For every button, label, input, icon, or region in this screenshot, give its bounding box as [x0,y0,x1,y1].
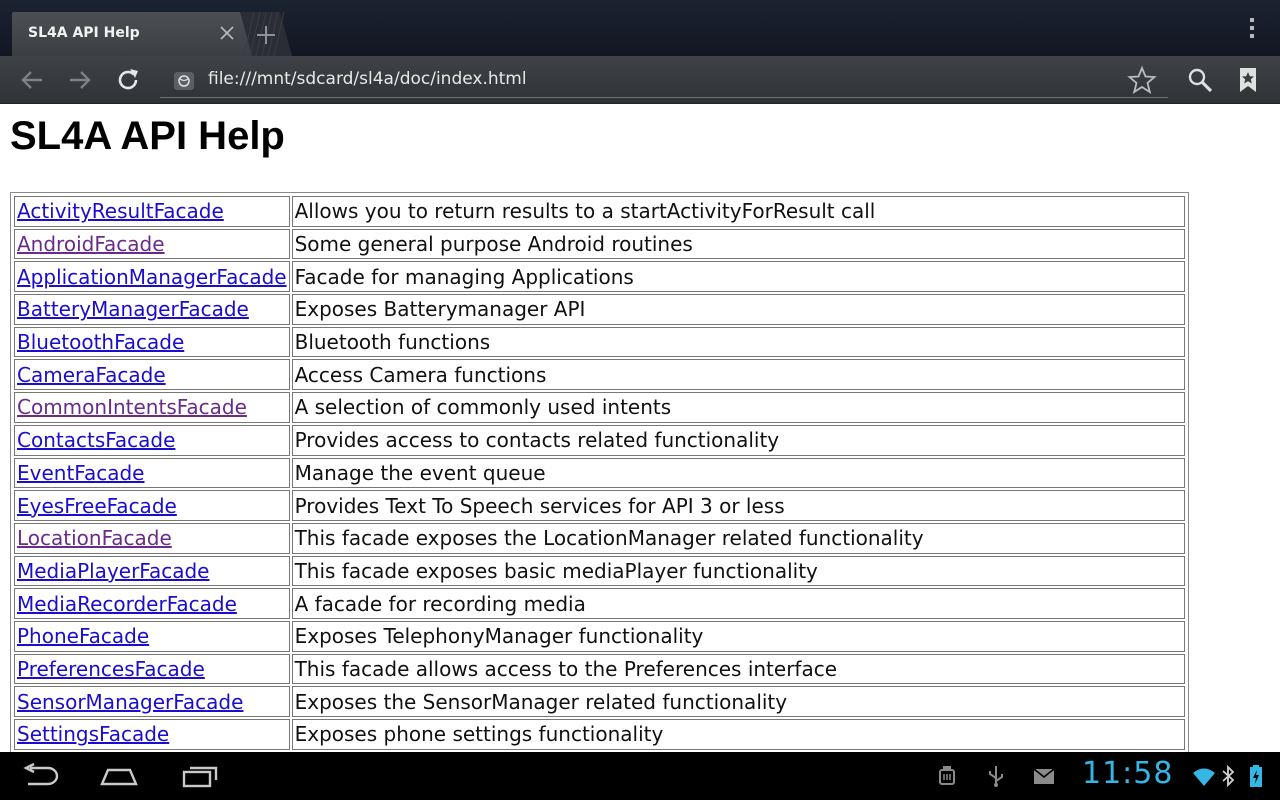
forward-icon[interactable] [64,64,96,96]
table-row: CommonIntentsFacade A selection of common… [14,392,1185,423]
facade-description: Exposes the SensorManager related functi… [291,686,1185,717]
table-row: ApplicationManagerFacade Facade for manag… [14,261,1185,293]
facade-name-cell: CommonIntentsFacade [14,392,290,423]
table-row: MediaRecorderFacade A facade for recordin… [14,588,1185,619]
table-row: CameraFacade Access Camera functions [14,359,1185,391]
facade-description: Exposes Batterymanager API [291,294,1185,325]
facade-link[interactable]: AndroidFacade [17,232,165,256]
table-row: BatteryManagerFacade Exposes Batterymanag… [14,294,1185,325]
bookmarks-icon[interactable] [1232,64,1264,96]
battery-icon [1250,765,1262,787]
table-row: SettingsFacade Exposes phone settings fun… [14,719,1185,750]
table-row: BluetoothFacade Bluetooth functions [14,326,1185,358]
facade-link[interactable]: ApplicationManagerFacade [17,265,287,289]
table-row: PhoneFacade Exposes TelephonyManager func… [14,620,1185,652]
facade-description: This facade exposes basic mediaPlayer fu… [291,555,1185,587]
facade-table: ActivityResultFacade Allows you to return… [10,192,1189,752]
table-row: AndroidFacade Some general purpose Androi… [14,228,1185,260]
facade-link[interactable]: PreferencesFacade [17,657,205,681]
back-nav-icon[interactable] [20,762,62,790]
table-row: LocationFacade This facade exposes the Lo… [14,522,1185,554]
facade-description: Exposes TelephonyManager functionality [291,620,1185,652]
close-tab-icon[interactable] [218,24,236,42]
home-nav-icon[interactable] [98,762,140,790]
facade-link[interactable]: BatteryManagerFacade [17,297,249,321]
android-debug-icon [939,766,955,785]
facade-name-cell: SettingsFacade [14,719,290,750]
facade-description: Allows you to return results to a startA… [291,196,1185,227]
table-row: PreferencesFacade This facade allows acce… [14,653,1185,685]
facade-link[interactable]: CameraFacade [17,363,166,387]
new-tab-button[interactable] [240,12,292,56]
facade-name-cell: PhoneFacade [14,620,290,652]
facade-link[interactable]: PhoneFacade [17,624,149,648]
facade-link[interactable]: BluetoothFacade [17,330,184,354]
table-row: SensorManagerFacade Exposes the SensorMan… [14,686,1185,717]
reload-icon[interactable] [112,64,144,96]
facade-name-cell: EyesFreeFacade [14,490,290,521]
browser-tab[interactable]: SL4A API Help [12,12,266,56]
facade-description: Provides access to contacts related func… [291,424,1185,456]
facade-description: A facade for recording media [291,588,1185,619]
back-icon[interactable] [16,64,48,96]
facade-description: Access Camera functions [291,359,1185,391]
facade-name-cell: ActivityResultFacade [14,196,290,227]
facade-description: A selection of commonly used intents [291,392,1185,423]
page-title: SL4A API Help [10,114,285,158]
email-icon [1033,768,1055,784]
facade-name-cell: BluetoothFacade [14,326,290,358]
usb-icon [989,766,1003,787]
facade-name-cell: EventFacade [14,457,290,489]
facade-name-cell: LocationFacade [14,522,290,554]
browser-toolbar: file:///mnt/sdcard/sl4a/doc/index.html [0,56,1280,104]
table-row: EventFacade Manage the event queue [14,457,1185,489]
facade-description: Exposes phone settings functionality [291,719,1185,750]
facade-link[interactable]: ActivityResultFacade [17,199,224,223]
facade-link[interactable]: LocationFacade [17,526,172,550]
facade-description: Manage the event queue [291,457,1185,489]
facade-description: Bluetooth functions [291,326,1185,358]
facade-name-cell: MediaPlayerFacade [14,555,290,587]
facade-name-cell: SensorManagerFacade [14,686,290,717]
facade-link[interactable]: SensorManagerFacade [17,690,243,714]
facade-name-cell: AndroidFacade [14,228,290,260]
facade-link[interactable]: EventFacade [17,461,144,485]
table-row: EyesFreeFacade Provides Text To Speech se… [14,490,1185,521]
system-bar: 11:58 [0,752,1280,800]
facade-name-cell: ApplicationManagerFacade [14,261,290,293]
facade-link[interactable]: EyesFreeFacade [17,494,177,518]
site-info-icon[interactable] [174,72,194,90]
facade-description: This facade exposes the LocationManager … [291,522,1185,554]
address-bar[interactable]: file:///mnt/sdcard/sl4a/doc/index.html [160,64,1168,98]
facade-name-cell: MediaRecorderFacade [14,588,290,619]
facade-name-cell: PreferencesFacade [14,653,290,685]
recent-apps-icon[interactable] [180,762,222,790]
status-clock[interactable]: 11:58 [1082,756,1173,791]
facade-description: This facade allows access to the Prefere… [291,653,1185,685]
table-row: ActivityResultFacade Allows you to return… [14,196,1185,227]
search-icon[interactable] [1184,64,1216,96]
facade-link[interactable]: SettingsFacade [17,722,169,746]
wifi-icon [1193,768,1215,786]
facade-name-cell: BatteryManagerFacade [14,294,290,325]
facade-description: Provides Text To Speech services for API… [291,490,1185,521]
overflow-menu-icon[interactable] [1248,16,1256,42]
web-content: SL4A API Help ActivityResultFacade Allows… [0,104,1280,752]
bluetooth-icon [1222,764,1235,788]
table-row: ContactsFacade Provides access to contact… [14,424,1185,456]
facade-name-cell: ContactsFacade [14,424,290,456]
url-text[interactable]: file:///mnt/sdcard/sl4a/doc/index.html [208,69,527,89]
tab-strip: SL4A API Help [0,0,1280,56]
facade-link[interactable]: CommonIntentsFacade [17,395,247,419]
tab-title: SL4A API Help [28,25,140,41]
facade-name-cell: CameraFacade [14,359,290,391]
facade-link[interactable]: ContactsFacade [17,428,175,452]
facade-link[interactable]: MediaRecorderFacade [17,592,237,616]
facade-description: Some general purpose Android routines [291,228,1185,260]
table-row: MediaPlayerFacade This facade exposes bas… [14,555,1185,587]
facade-link[interactable]: MediaPlayerFacade [17,559,209,583]
facade-description: Facade for managing Applications [291,261,1185,293]
bookmark-star-icon[interactable] [1126,64,1158,96]
